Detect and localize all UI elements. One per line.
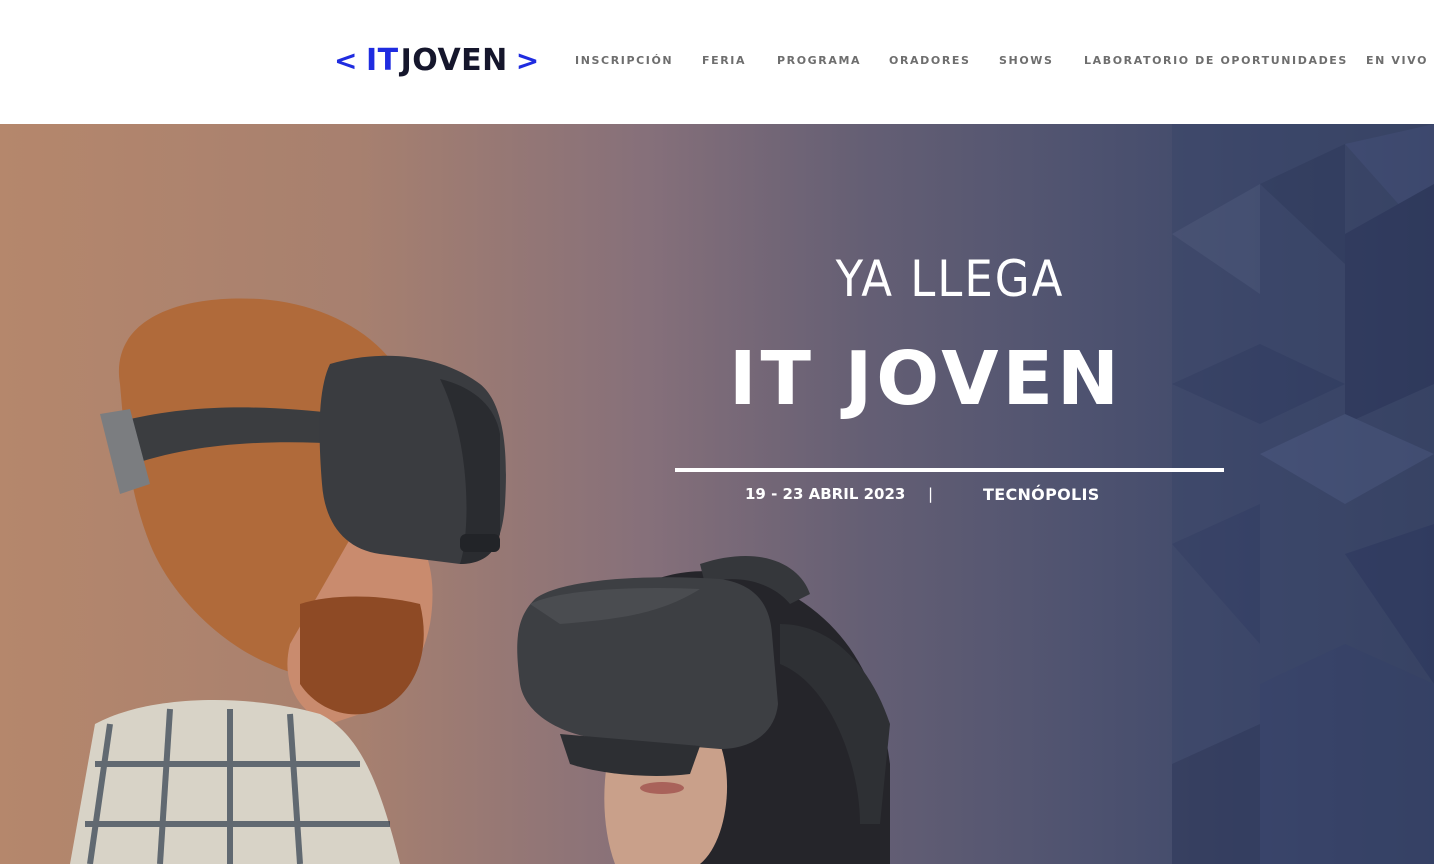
hero-banner: YA LLEGA IT JOVEN 19 - 23 ABRIL 2023 | T…: [0, 124, 1434, 864]
main-nav: INSCRIPCIÓN FERIA PROGRAMA ORADORES SHOW…: [0, 54, 1434, 68]
hero-divider: [675, 468, 1224, 472]
hero-pre-title: YA LLEGA: [835, 250, 1065, 308]
hero-title: IT JOVEN: [729, 336, 1123, 422]
hero-text-block: YA LLEGA IT JOVEN 19 - 23 ABRIL 2023 | T…: [0, 124, 1434, 864]
nav-oradores[interactable]: ORADORES: [889, 54, 971, 67]
nav-feria[interactable]: FERIA: [702, 54, 746, 67]
nav-shows[interactable]: SHOWS: [999, 54, 1054, 67]
event-date: 19 - 23 ABRIL 2023: [745, 485, 906, 503]
event-location: TECNÓPOLIS: [983, 485, 1100, 504]
site-header: < IT JOVEN > INSCRIPCIÓN FERIA PROGRAMA …: [0, 0, 1434, 124]
nav-en-vivo[interactable]: EN VIVO: [1366, 54, 1428, 67]
event-separator: |: [928, 485, 934, 503]
nav-laboratorio[interactable]: LABORATORIO DE OPORTUNIDADES: [1084, 54, 1348, 67]
nav-programa[interactable]: PROGRAMA: [777, 54, 861, 67]
nav-inscripcion[interactable]: INSCRIPCIÓN: [575, 54, 673, 67]
